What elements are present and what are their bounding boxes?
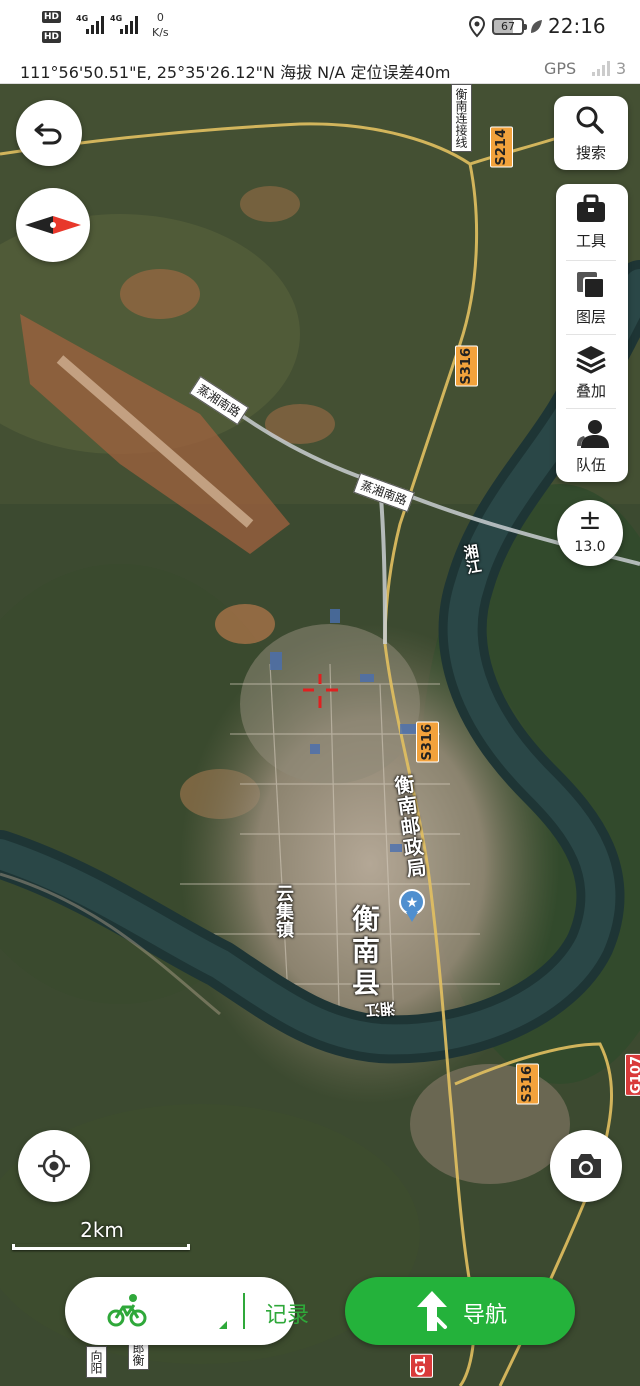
leaf-icon <box>531 20 542 33</box>
zoom-plus-minus-icon: ± <box>578 503 602 536</box>
hd-badge: HD <box>42 11 62 23</box>
gps-signal-icon <box>592 61 612 76</box>
location-icon <box>468 16 486 38</box>
mode-dropdown-indicator[interactable] <box>219 1321 227 1329</box>
tools-button[interactable]: 工具 <box>556 184 626 256</box>
layers-icon <box>577 272 605 299</box>
satellite-map[interactable]: ★ S214 S316 S316 S316 G107 G1 蒸湘南路 蒸湘南路 … <box>0 84 640 1386</box>
road-name-hengnan-link: 衡南连接线 <box>451 84 472 152</box>
location-info-bar: 111°56'50.51"E, 25°35'26.12"N 海拔 N/A 定位误… <box>0 54 640 84</box>
undo-icon <box>34 123 62 145</box>
navigation-arrow-icon <box>417 1291 447 1331</box>
gps-label: GPS <box>544 59 577 78</box>
stack-layers-icon <box>576 346 606 374</box>
signal-icon <box>84 14 108 34</box>
team-icon <box>577 420 609 448</box>
compass-button[interactable] <box>16 188 90 262</box>
back-button[interactable] <box>16 100 82 166</box>
layers-label: 图层 <box>575 308 606 326</box>
speed-value: 0 <box>156 11 164 24</box>
zoom-level: 13.0 <box>574 539 606 555</box>
battery-level: 67 <box>501 20 515 33</box>
road-tag-g107: G107 <box>625 1054 640 1096</box>
signal-icon <box>118 14 142 34</box>
road-name-xiangyang: 向阳 <box>86 1346 107 1378</box>
road-tag-s316: S316 <box>455 346 478 387</box>
clock: 22:16 <box>548 14 606 38</box>
gps-satellite-count: 3 <box>616 59 627 78</box>
road-tag-g1: G1 <box>410 1354 433 1378</box>
town-label: 云集镇 <box>273 884 294 938</box>
zoom-button[interactable]: ± 13.0 <box>557 500 623 566</box>
crosshair-locate-icon <box>38 1150 70 1182</box>
coordinates-text: 111°56'50.51"E, 25°35'26.12"N 海拔 N/A 定位误… <box>20 63 451 82</box>
county-label: 衡南县 <box>348 904 381 1000</box>
overlay-label: 叠加 <box>575 382 606 400</box>
status-bar: HD HD 4G 4G 0 K/s 67 22:16 <box>0 0 640 54</box>
toolbox-icon <box>577 194 605 222</box>
road-tag-s316: S316 <box>516 1064 539 1105</box>
battery-icon: 67 <box>492 18 527 35</box>
satellite-imagery: ★ <box>0 84 640 1386</box>
record-button[interactable]: 记录 <box>65 1277 309 1345</box>
team-label: 队伍 <box>575 456 606 474</box>
cycling-icon <box>107 1294 147 1327</box>
overlay-button[interactable]: 叠加 <box>556 334 626 406</box>
navigate-label: 导航 <box>463 1303 508 1328</box>
search-icon <box>576 106 604 134</box>
toolbar-panel: 工具 图层 叠加 队伍 <box>556 184 628 482</box>
team-button[interactable]: 队伍 <box>556 408 626 480</box>
camera-button[interactable] <box>550 1130 622 1202</box>
scale-line <box>12 1244 190 1250</box>
locate-button[interactable] <box>18 1130 90 1202</box>
layers-button[interactable]: 图层 <box>556 260 626 332</box>
scale-label: 2km <box>80 1218 124 1242</box>
navigate-button[interactable]: 导航 <box>345 1277 575 1345</box>
record-label: 记录 <box>265 1303 310 1328</box>
scale-bar: 2km <box>12 1218 192 1252</box>
road-tag-s214: S214 <box>490 127 513 168</box>
svg-text:★: ★ <box>406 895 419 911</box>
search-label: 搜索 <box>575 144 606 162</box>
search-button[interactable]: 搜索 <box>554 96 628 170</box>
hd-badge: HD <box>42 31 62 43</box>
compass-icon <box>25 216 81 234</box>
road-tag-s316: S316 <box>416 722 439 763</box>
network-speed: 0 K/s <box>152 10 169 40</box>
tools-label: 工具 <box>575 232 606 250</box>
speed-unit: K/s <box>152 26 169 39</box>
river-label: 湘江 <box>364 998 396 1020</box>
camera-icon <box>571 1154 601 1178</box>
